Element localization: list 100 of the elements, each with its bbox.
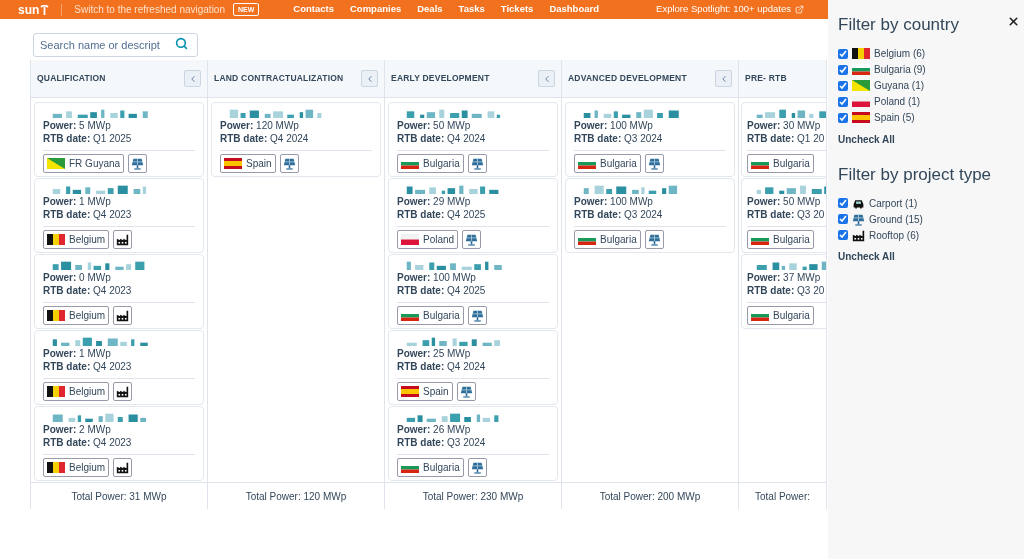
deal-card[interactable]: Power: 100 MWp RTB date: Q4 2025 Bulgaria — [388, 254, 558, 329]
deal-card[interactable]: Power: 0 MWp RTB date: Q4 2023 Belgium — [34, 254, 204, 329]
filter-title: Filter by project type — [838, 163, 992, 186]
total-power-text: Total Power: 230 MWp — [422, 489, 524, 504]
country-name: Bulgaria — [773, 309, 810, 323]
filter-checkbox[interactable] — [838, 64, 848, 75]
country-name: FR Guyana — [69, 157, 121, 171]
power-text: Power: 30 MWp — [747, 119, 822, 132]
country-name: Belgium — [69, 233, 106, 247]
rtb-date-text: RTB date: Q3 20 — [747, 284, 826, 297]
filter-checkbox[interactable] — [838, 96, 848, 107]
deal-card[interactable]: Power: 1 MWp RTB date: Q4 2023 Belgium — [34, 330, 204, 405]
rtb-date-text: RTB date: Q3 2024 — [574, 208, 664, 221]
deal-card[interactable]: Power: 100 MWp RTB date: Q3 2024 Bulgaria — [565, 178, 735, 253]
rtb-date-text: RTB date: Q4 2025 — [397, 208, 487, 221]
column-title: PRE- RTB — [745, 72, 787, 85]
power-text: Power: 29 MWp — [397, 195, 472, 208]
country-name: Bulgaria — [773, 233, 810, 247]
country-name: Bulgaria — [423, 157, 460, 171]
deal-card[interactable]: Power: 30 MWp RTB date: Q1 20 Bulgaria — [741, 102, 826, 177]
deal-card[interactable]: Power: 25 MWp RTB date: Q4 2024 Spain — [388, 330, 558, 405]
filter-option-label: Rooftop (6) — [869, 228, 920, 243]
filter-checkbox[interactable] — [838, 230, 848, 240]
country-name: Belgium — [69, 385, 106, 399]
rtb-date-text: RTB date: Q4 2025 — [397, 284, 487, 297]
country-name: Spain — [423, 385, 449, 399]
rtb-date-text: RTB date: Q1 2025 — [43, 132, 133, 145]
filter-option-label: Carport (1) — [869, 196, 918, 211]
filter-option-label: Ground (15) — [869, 212, 923, 227]
column-title: EARLY DEVELOPMENT — [391, 72, 490, 85]
rtb-date-text: RTB date: Q4 2024 — [220, 132, 310, 145]
rtb-date-text: RTB date: Q4 2023 — [43, 360, 133, 373]
power-text: Power: 25 MWp — [397, 347, 472, 360]
deal-card[interactable]: Power: 29 MWp RTB date: Q4 2025 Poland — [388, 178, 558, 253]
country-name: Belgium — [69, 461, 106, 475]
power-text: Power: 50 MWp — [397, 119, 472, 132]
country-name: Bulgaria — [600, 233, 637, 247]
filter-option-label: Poland (1) — [874, 95, 921, 109]
sun-logo-icon — [40, 4, 50, 15]
column-title: QUALIFICATION — [37, 72, 106, 85]
rtb-date-text: RTB date: Q3 2024 — [574, 132, 664, 145]
filter-checkbox[interactable] — [838, 80, 848, 91]
total-power-text: Total Power: — [755, 489, 810, 504]
rtb-date-text: RTB date: Q4 2024 — [397, 360, 487, 373]
filter-option-label: Belgium (6) — [874, 47, 926, 61]
deal-card[interactable]: Power: 37 MWp RTB date: Q3 20 Bulgaria — [741, 254, 826, 329]
filter-checkbox[interactable] — [838, 198, 848, 208]
column-title: ADVANCED DEVELOPMENT — [568, 72, 687, 85]
total-power-text: Total Power: 31 MWp — [71, 489, 167, 504]
close-icon — [1007, 15, 1020, 28]
power-text: Power: 0 MWp — [43, 271, 112, 284]
power-text: Power: 1 MWp — [43, 347, 112, 360]
power-text: Power: 50 MWp — [747, 195, 822, 208]
column-title: LAND CONTRACTUALIZATION — [214, 72, 344, 85]
power-text: Power: 37 MWp — [747, 271, 822, 284]
rtb-date-text: RTB date: Q4 2023 — [43, 284, 133, 297]
search-icon — [175, 37, 188, 50]
filter-checkbox[interactable] — [838, 48, 848, 59]
deal-card[interactable]: Power: 26 MWp RTB date: Q3 2024 Bulgaria — [388, 406, 558, 481]
deal-card[interactable]: Power: 50 MWp RTB date: Q4 2024 Bulgaria — [388, 102, 558, 177]
power-text: Power: 120 MWp — [220, 119, 300, 132]
deal-card[interactable]: Power: 100 MWp RTB date: Q3 2024 Bulgaria — [565, 102, 735, 177]
deal-card[interactable]: Power: 5 MWp RTB date: Q1 2025 FR Guyana — [34, 102, 204, 177]
rtb-date-text: RTB date: Q3 20 — [747, 208, 826, 221]
close-button[interactable] — [1007, 15, 1020, 28]
country-name: Bulgaria — [773, 157, 810, 171]
deal-card[interactable]: Power: 120 MWp RTB date: Q4 2024 Spain — [211, 102, 381, 177]
total-power-text: Total Power: 200 MWp — [599, 489, 701, 504]
country-name: Bulgaria — [600, 157, 637, 171]
deal-card[interactable]: Power: 50 MWp RTB date: Q3 20 Bulgaria — [741, 178, 826, 253]
filter-option-label: Bulgaria (9) — [874, 63, 926, 77]
filter-option-label: Spain (5) — [874, 111, 915, 125]
power-text: Power: 100 MWp — [397, 271, 477, 284]
country-name: Spain — [246, 157, 272, 171]
rtb-date-text: RTB date: Q4 2023 — [43, 436, 133, 449]
power-text: Power: 100 MWp — [574, 119, 654, 132]
power-text: Power: 1 MWp — [43, 195, 112, 208]
uncheck-all-button[interactable]: Uncheck All — [838, 131, 895, 147]
power-text: Power: 26 MWp — [397, 423, 472, 436]
rtb-date-text: RTB date: Q4 2023 — [43, 208, 133, 221]
external-link-icon — [795, 5, 804, 14]
deal-card[interactable]: Power: 1 MWp RTB date: Q4 2023 Belgium — [34, 178, 204, 253]
filter-option-label: Guyana (1) — [874, 79, 925, 93]
filter-checkbox[interactable] — [838, 214, 848, 224]
rtb-date-text: RTB date: Q3 2024 — [397, 436, 487, 449]
rtb-date-text: RTB date: Q1 20 — [747, 132, 826, 145]
power-text: Power: 2 MWp — [43, 423, 112, 436]
uncheck-all-button[interactable]: Uncheck All — [838, 249, 895, 264]
power-text: Power: 5 MWp — [43, 119, 112, 132]
search-field[interactable]: Search name or descript — [33, 33, 198, 57]
country-name: Belgium — [69, 309, 106, 323]
country-name: Bulgaria — [423, 461, 460, 475]
country-name: Bulgaria — [423, 309, 460, 323]
country-name: Poland — [423, 233, 455, 247]
filter-checkbox[interactable] — [838, 112, 848, 123]
rtb-date-text: RTB date: Q4 2024 — [397, 132, 487, 145]
power-text: Power: 100 MWp — [574, 195, 654, 208]
total-power-text: Total Power: 120 MWp — [245, 489, 347, 504]
filter-title: Filter by country — [838, 14, 959, 36]
deal-card[interactable]: Power: 2 MWp RTB date: Q4 2023 Belgium — [34, 406, 204, 481]
